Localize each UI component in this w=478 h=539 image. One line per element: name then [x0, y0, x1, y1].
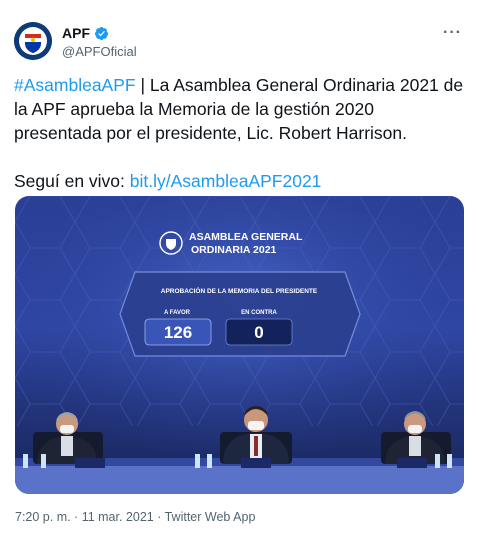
tweet-timestamp[interactable]: 7:20 p. m. · 11 mar. 2021 · Twitter Web … — [15, 510, 255, 524]
tweet-photo[interactable]: ASAMBLEA GENERAL ORDINARIA 2021 APROBACI… — [15, 196, 464, 494]
contra-value: 0 — [254, 323, 263, 342]
live-prefix: Seguí en vivo: — [14, 171, 130, 191]
more-options-icon[interactable]: ··· — [443, 24, 462, 42]
screen-title-2: ORDINARIA 2021 — [191, 244, 277, 256]
tweet-text: #AsambleaAPF | La Asamblea General Ordin… — [14, 73, 466, 193]
live-link[interactable]: bit.ly/AsambleaAPF2021 — [130, 171, 322, 191]
account-name-row[interactable]: APF — [62, 25, 109, 41]
favor-label: A FAVOR — [164, 310, 191, 316]
verified-badge-icon — [94, 26, 109, 40]
tweet-card[interactable]: APF @APFOficial ··· #AsambleaAPF | La As… — [0, 0, 478, 539]
apf-crest-icon — [14, 22, 52, 60]
screen-subtitle: APROBACIÓN DE LA MEMORIA DEL PRESIDENTE — [161, 286, 318, 295]
screen-title-1: ASAMBLEA GENERAL — [189, 231, 303, 243]
live-line: Seguí en vivo: bit.ly/AsambleaAPF2021 — [14, 169, 466, 193]
assembly-scene: ASAMBLEA GENERAL ORDINARIA 2021 APROBACI… — [15, 196, 464, 494]
tweet-body: #AsambleaAPF | La Asamblea General Ordin… — [14, 73, 466, 145]
contra-label: EN CONTRA — [241, 310, 277, 316]
account-handle[interactable]: @APFOficial — [62, 44, 137, 59]
account-name[interactable]: APF — [62, 25, 90, 41]
hashtag-link[interactable]: #AsambleaAPF — [14, 75, 136, 95]
favor-value: 126 — [164, 323, 192, 342]
avatar[interactable] — [14, 22, 52, 60]
